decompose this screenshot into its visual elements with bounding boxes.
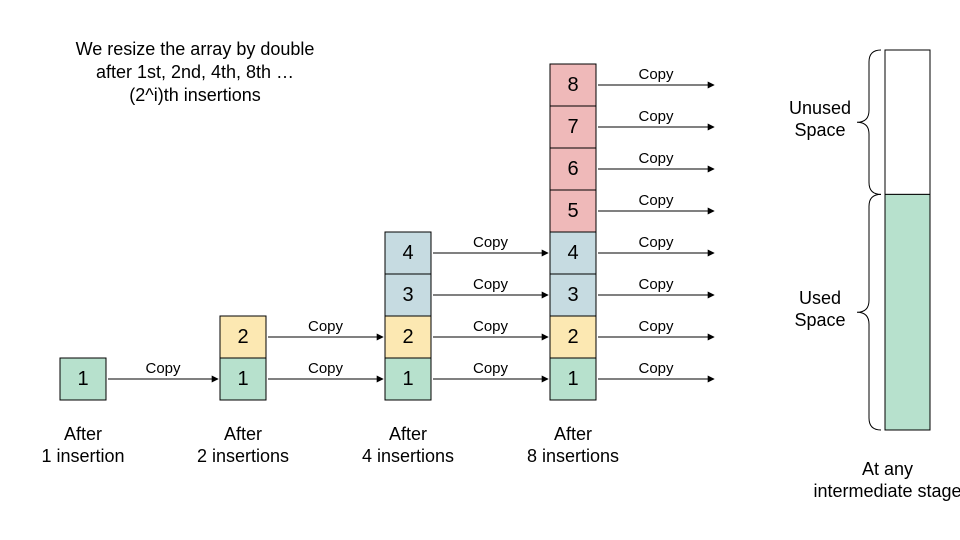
copy-label: Copy <box>473 276 509 293</box>
copy-label: Copy <box>638 360 674 377</box>
description-line1: We resize the array by double <box>76 39 315 59</box>
copy-label: Copy <box>473 318 509 335</box>
stack-caption: After <box>64 424 102 444</box>
copy-label: Copy <box>638 276 674 293</box>
intermediate-stage-panel: UnusedSpaceUsedSpaceAt anyintermediate s… <box>789 50 960 501</box>
copy-label: Copy <box>638 150 674 167</box>
unused-space-label: Space <box>794 120 845 140</box>
right-caption: intermediate stage <box>813 481 960 501</box>
copy-label: Copy <box>308 318 344 335</box>
array-cell-value: 5 <box>567 200 578 222</box>
array-stacks: 1After1 insertionCopy12After2 insertions… <box>41 64 714 466</box>
description-line3: (2^i)th insertions <box>129 85 261 105</box>
stack-caption: 1 insertion <box>41 446 124 466</box>
array-cell-value: 7 <box>567 116 578 138</box>
copy-label: Copy <box>638 66 674 83</box>
brace-icon <box>857 194 881 430</box>
array-cell-value: 4 <box>567 242 578 264</box>
stack-caption: 8 insertions <box>527 446 619 466</box>
array-cell-value: 8 <box>567 74 578 96</box>
array-cell-value: 3 <box>567 284 578 306</box>
array-cell-value: 2 <box>567 326 578 348</box>
stack-caption: After <box>224 424 262 444</box>
used-space-label: Used <box>799 288 841 308</box>
array-cell-value: 1 <box>237 368 248 390</box>
copy-label: Copy <box>638 108 674 125</box>
copy-label: Copy <box>308 360 344 377</box>
array-cell-value: 2 <box>402 326 413 348</box>
array-cell-value: 1 <box>77 368 88 390</box>
array-cell-value: 2 <box>237 326 248 348</box>
array-cell-value: 4 <box>402 242 413 264</box>
stack-caption: 4 insertions <box>362 446 454 466</box>
copy-label: Copy <box>638 318 674 335</box>
copy-label: Copy <box>473 234 509 251</box>
copy-label: Copy <box>638 192 674 209</box>
stack-caption: 2 insertions <box>197 446 289 466</box>
array-cell-value: 1 <box>402 368 413 390</box>
stack-caption: After <box>554 424 592 444</box>
copy-label: Copy <box>473 360 509 377</box>
unused-space-region <box>885 50 930 194</box>
stack-caption: After <box>389 424 427 444</box>
copy-label: Copy <box>638 234 674 251</box>
array-cell-value: 6 <box>567 158 578 180</box>
brace-icon <box>857 50 881 194</box>
used-space-label: Space <box>794 310 845 330</box>
array-cell-value: 3 <box>402 284 413 306</box>
right-caption: At any <box>862 459 913 479</box>
unused-space-label: Unused <box>789 98 851 118</box>
used-space-region <box>885 194 930 430</box>
array-cell-value: 1 <box>567 368 578 390</box>
description-line2: after 1st, 2nd, 4th, 8th … <box>96 62 294 82</box>
copy-label: Copy <box>145 360 181 377</box>
